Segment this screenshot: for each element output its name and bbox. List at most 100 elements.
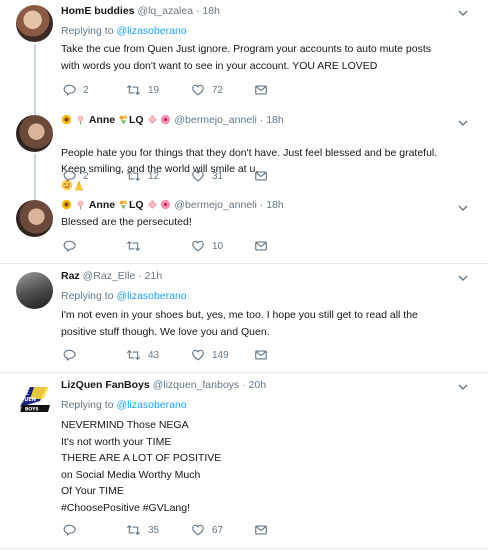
tweet-2[interactable]: Anne LQ @bermejo_anneli · 18h People hat… (0, 110, 488, 195)
display-name-suffix[interactable]: LQ (129, 199, 144, 211)
username[interactable]: @bermejo_anneli (174, 114, 256, 126)
reply-button[interactable] (62, 348, 76, 362)
tweet-5[interactable]: LIZ QUEN BOYS LizQuen FanBoys @lizquen_f… (0, 373, 488, 545)
retweet-icon (126, 169, 141, 183)
chevron-down-icon[interactable] (457, 7, 469, 19)
flower-icon (75, 114, 86, 125)
timestamp[interactable]: 18h (266, 114, 284, 126)
display-name[interactable]: Anne (89, 114, 115, 126)
sunflower-icon (61, 114, 72, 125)
avatar[interactable]: LIZ QUEN BOYS (16, 381, 53, 418)
username[interactable]: @lq_azalea (137, 5, 193, 17)
chevron-down-icon[interactable] (457, 202, 469, 214)
bouquet-icon (118, 114, 129, 125)
retweet-count: 35 (148, 524, 160, 536)
message-button[interactable] (254, 523, 268, 537)
reply-button[interactable] (62, 239, 76, 253)
reply-count: 2 (83, 84, 89, 96)
reply-button[interactable]: 2 (62, 169, 89, 183)
like-button[interactable]: 10 (191, 239, 223, 253)
display-name[interactable]: LizQuen FanBoys (61, 379, 150, 391)
blossom-icon (147, 114, 158, 125)
like-button[interactable]: 67 (191, 523, 223, 537)
reply-icon (62, 348, 76, 362)
message-icon (254, 239, 268, 253)
retweet-count: 12 (148, 170, 160, 182)
like-button[interactable]: 31 (191, 169, 223, 183)
message-button[interactable] (254, 239, 268, 253)
tweet-header: Anne LQ @bermejo_anneli · 18h (61, 199, 284, 211)
reply-button[interactable] (62, 523, 76, 537)
timestamp[interactable]: 18h (266, 199, 284, 211)
mention-link[interactable]: @lizasoberano (116, 290, 186, 302)
thread-line (34, 154, 36, 195)
display-name-suffix[interactable]: LQ (129, 114, 144, 126)
tweet-actions: 35 67 (62, 523, 302, 539)
tweet-actions: 2 12 31 (62, 169, 302, 185)
tweet-text: Blessed are the persecuted! (61, 216, 192, 228)
reply-icon (62, 239, 76, 253)
like-count: 149 (212, 349, 229, 361)
message-button[interactable] (254, 348, 268, 362)
chevron-down-icon[interactable] (457, 272, 469, 284)
retweet-button[interactable]: 19 (126, 83, 159, 97)
timestamp[interactable]: 20h (249, 379, 267, 391)
username[interactable]: @bermejo_anneli (174, 199, 256, 211)
like-count: 31 (212, 170, 224, 182)
like-count: 72 (212, 84, 224, 96)
like-button[interactable]: 149 (191, 348, 229, 362)
display-name[interactable]: Raz (61, 270, 80, 282)
retweet-icon (126, 239, 141, 253)
reply-icon (62, 83, 76, 97)
retweet-count: 43 (148, 349, 160, 361)
like-icon (191, 239, 205, 253)
mention-link[interactable]: @lizasoberano (116, 25, 186, 37)
display-name[interactable]: Anne (89, 199, 115, 211)
message-icon (254, 523, 268, 537)
tweet-3[interactable]: Anne LQ @bermejo_anneli · 18h Blessed ar… (0, 195, 488, 260)
retweet-button[interactable]: 43 (126, 348, 159, 362)
timestamp[interactable]: 18h (202, 5, 220, 17)
thread-line (34, 44, 36, 110)
timestamp[interactable]: 21h (145, 270, 163, 282)
tweet-1[interactable]: HomE buddies @lq_azalea · 18h Replying t… (0, 0, 488, 110)
username[interactable]: @lizquen_fanboys (153, 379, 240, 391)
avatar[interactable] (16, 272, 53, 309)
tweet-text: I'm not even in your shoes but, yes, me … (61, 309, 418, 338)
reply-count: 2 (83, 170, 89, 182)
svg-text:QUEN: QUEN (20, 397, 36, 403)
retweet-icon (126, 523, 141, 537)
tweet-text: Take the cue from Quen Just ignore. Prog… (61, 43, 432, 72)
tweet-header: LizQuen FanBoys @lizquen_fanboys · 20h (61, 379, 267, 391)
avatar[interactable] (16, 200, 53, 237)
like-button[interactable]: 72 (191, 83, 223, 97)
tweet-4[interactable]: Raz @Raz_Elle · 21h Replying to @lizasob… (0, 264, 488, 372)
like-count: 67 (212, 524, 224, 536)
reply-button[interactable]: 2 (62, 83, 89, 97)
tweet-header: Raz @Raz_Elle · 21h (61, 270, 163, 282)
chevron-down-icon[interactable] (457, 381, 469, 393)
display-name[interactable]: HomE buddies (61, 5, 135, 17)
retweet-button[interactable] (126, 239, 141, 253)
reply-icon (62, 169, 76, 183)
reply-icon (62, 523, 76, 537)
like-count: 10 (212, 240, 224, 252)
message-button[interactable] (254, 83, 268, 97)
retweet-button[interactable]: 12 (126, 169, 159, 183)
tweet-divider (0, 548, 488, 549)
replying-to: Replying to @lizasoberano (61, 290, 187, 302)
tweet-text: NEVERMIND Those NEGA It's not worth your… (61, 419, 222, 514)
bouquet-icon (118, 199, 129, 210)
avatar[interactable] (16, 115, 53, 152)
like-icon (191, 169, 205, 183)
mention-link[interactable]: @lizasoberano (116, 399, 186, 411)
username[interactable]: @Raz_Elle (83, 270, 136, 282)
tweet-actions: 2 19 72 (62, 83, 302, 99)
message-icon (254, 169, 268, 183)
message-button[interactable] (254, 169, 268, 183)
avatar[interactable] (16, 5, 53, 42)
tweet-actions: 43 149 (62, 348, 302, 364)
tweet-header: HomE buddies @lq_azalea · 18h (61, 5, 220, 17)
replying-to: Replying to @lizasoberano (61, 25, 187, 37)
retweet-button[interactable]: 35 (126, 523, 159, 537)
